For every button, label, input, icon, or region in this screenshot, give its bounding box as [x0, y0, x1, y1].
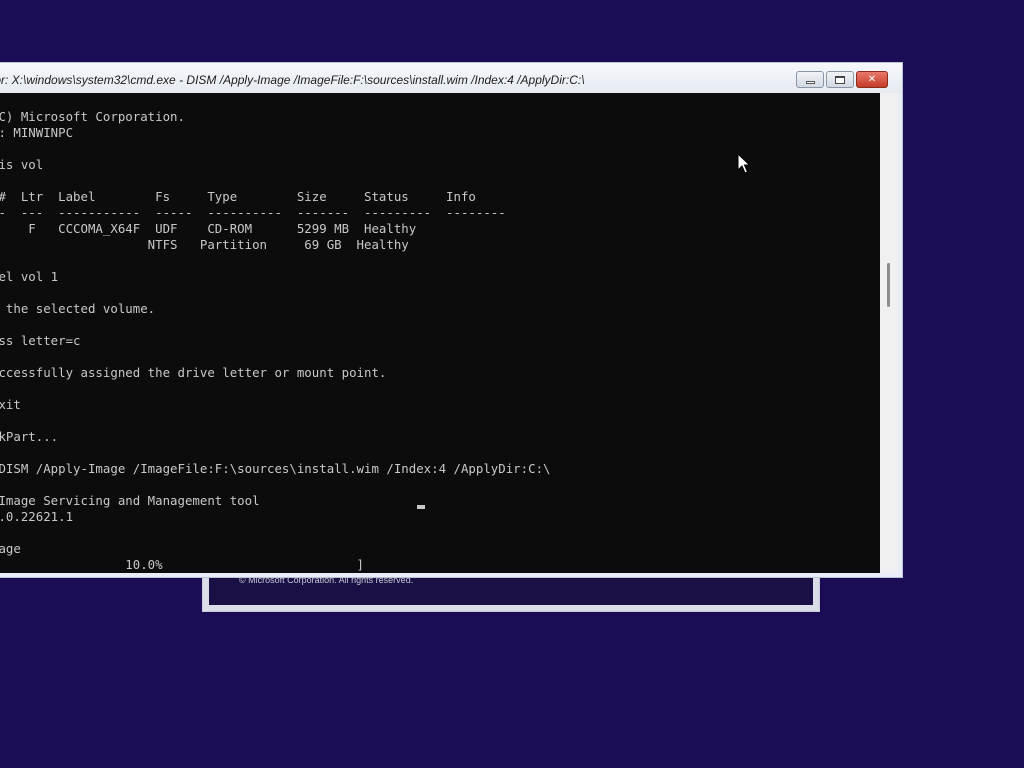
console-line: sel vol 1: [0, 269, 59, 284]
console-line: F CCCOMA_X64F UDF CD-ROM 5299 MB Healthy: [0, 221, 417, 236]
console-line: exit: [0, 397, 21, 412]
console-line: (C) Microsoft Corporation.: [0, 109, 185, 124]
maximize-button[interactable]: [826, 71, 854, 88]
console-line: ass letter=c: [0, 333, 81, 348]
console-line: Image Servicing and Management tool: [0, 493, 260, 508]
console-line: uccessfully assigned the drive letter or…: [0, 365, 387, 380]
console-line: 0.0.22621.1: [0, 509, 74, 524]
console-line: 10.0% ]: [0, 557, 364, 572]
console-line: >DISM /Apply-Image /ImageFile:F:\sources…: [0, 461, 551, 476]
console-line: r: MINWINPC: [0, 125, 74, 140]
console-line: ## Ltr Label Fs Type Size Status Info: [0, 189, 476, 204]
console-scrollbar[interactable]: [880, 93, 898, 573]
maximize-icon: [835, 75, 845, 84]
minimize-icon: [805, 80, 815, 84]
close-button[interactable]: ✕: [856, 71, 888, 88]
console-text: (C) Microsoft Corporation.r: MINWINPC lis…: [0, 109, 551, 573]
minimize-button[interactable]: [796, 71, 824, 88]
console-line: lis vol: [0, 157, 44, 172]
console-line: mage: [0, 541, 21, 556]
console-line: -- --- ----------- ----- ---------- ----…: [0, 205, 506, 220]
console-line: s the selected volume.: [0, 301, 156, 316]
cmd-titlebar[interactable]: tor: X:\windows\system32\cmd.exe - DISM …: [0, 63, 902, 93]
cmd-window[interactable]: tor: X:\windows\system32\cmd.exe - DISM …: [0, 62, 903, 578]
caption-buttons: ✕: [796, 71, 888, 88]
mouse-pointer-icon: [737, 153, 751, 174]
console-line: NTFS Partition 69 GB Healthy: [0, 237, 409, 252]
scrollbar-thumb[interactable]: [887, 263, 890, 307]
console-line: skPart...: [0, 429, 59, 444]
close-icon: ✕: [867, 73, 877, 85]
console-cursor: [417, 505, 425, 509]
cmd-window-title: tor: X:\windows\system32\cmd.exe - DISM …: [0, 73, 585, 87]
